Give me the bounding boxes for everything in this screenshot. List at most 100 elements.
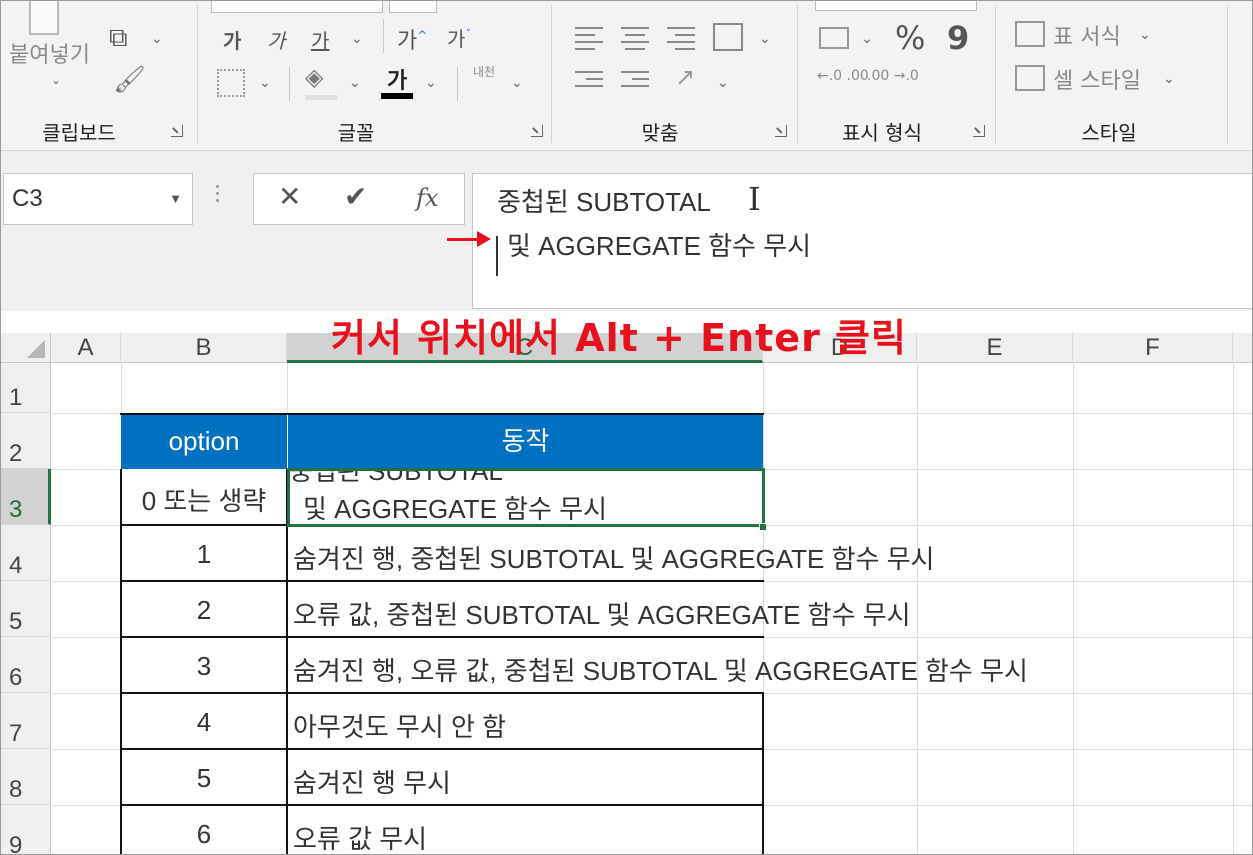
fill-color-dropdown-icon[interactable]: ⌄: [349, 75, 361, 91]
option-cell-4[interactable]: 4: [121, 707, 287, 738]
underline-icon[interactable]: 가: [311, 25, 329, 54]
orientation-icon[interactable]: ↗: [675, 63, 695, 91]
action-cell-2[interactable]: 오류 값, 중첩된 SUBTOTAL 및 AGGREGATE 함수 무시: [293, 595, 911, 632]
row-header-6[interactable]: 6: [1, 637, 51, 693]
borders-dropdown-icon[interactable]: ⌄: [259, 75, 271, 91]
clipboard-launcher-icon[interactable]: [171, 125, 183, 137]
increase-font-icon[interactable]: 가^: [397, 23, 427, 55]
cell-styles-label[interactable]: 셀 스타일: [1053, 63, 1141, 95]
text-cursor-icon: I: [748, 180, 761, 218]
comma-style-icon[interactable]: 9: [947, 19, 969, 57]
header-cell-action[interactable]: 동작: [288, 414, 763, 469]
format-painter-icon[interactable]: 🖌: [113, 65, 146, 95]
column-header-a[interactable]: A: [51, 333, 121, 363]
font-size-box[interactable]: [389, 1, 437, 13]
row-header-7[interactable]: 7: [1, 693, 51, 749]
select-all-button[interactable]: [1, 333, 51, 363]
row-header-1[interactable]: 1: [1, 363, 51, 413]
name-box[interactable]: C3 ▼: [3, 173, 193, 225]
enter-icon[interactable]: ✔: [344, 180, 367, 213]
phonetic-dropdown-icon[interactable]: ⌄: [511, 75, 523, 91]
action-cell-4[interactable]: 아무것도 무시 안 함: [293, 707, 506, 744]
merge-center-icon[interactable]: [713, 23, 743, 51]
align-center-icon[interactable]: [621, 27, 649, 55]
red-arrow-icon: [447, 231, 491, 247]
alignment-launcher-icon[interactable]: [775, 125, 787, 137]
accounting-dropdown-icon[interactable]: ⌄: [861, 31, 873, 47]
ribbon: 붙여넣기 ⌄ ⧉ ⌄ 🖌 클립보드 가 가 가 ⌄ 가^ 가ˇ ⌄ ◈ ⌄ 가 …: [1, 1, 1252, 151]
percent-style-icon[interactable]: %: [895, 19, 925, 57]
worksheet-grid[interactable]: A B C D E F 1 2 3 4 5 6 7 8 9 option 동작: [1, 311, 1252, 854]
number-group-label: 표시 형식: [842, 121, 922, 145]
row-header-8[interactable]: 8: [1, 749, 51, 805]
row-header-2[interactable]: 2: [1, 413, 51, 469]
format-as-table-dropdown-icon[interactable]: ⌄: [1139, 27, 1151, 43]
cancel-icon[interactable]: ✕: [278, 180, 301, 213]
action-cell-5[interactable]: 숨겨진 행 무시: [293, 763, 451, 800]
name-box-value: C3: [12, 185, 43, 212]
action-cell-6[interactable]: 오류 값 무시: [293, 819, 427, 854]
insert-function-icon[interactable]: fx: [416, 184, 438, 212]
option-cell-1[interactable]: 1: [121, 539, 287, 570]
column-header-f[interactable]: F: [1073, 333, 1233, 363]
paste-icon[interactable]: [29, 1, 59, 35]
font-name-box[interactable]: [211, 1, 383, 13]
orientation-dropdown-icon[interactable]: ⌄: [717, 75, 729, 91]
phonetic-guide-icon[interactable]: 내천: [473, 65, 497, 79]
action-cell-3[interactable]: 숨겨진 행, 오류 값, 중첩된 SUBTOTAL 및 AGGREGATE 함수…: [293, 651, 1028, 688]
increase-indent-icon[interactable]: [621, 71, 649, 92]
action-cell-1[interactable]: 숨겨진 행, 중첩된 SUBTOTAL 및 AGGREGATE 함수 무시: [293, 539, 934, 576]
format-as-table-label[interactable]: 표 서식: [1053, 19, 1121, 51]
number-launcher-icon[interactable]: [973, 125, 985, 137]
borders-icon[interactable]: [217, 69, 245, 97]
cell-styles-icon[interactable]: [1015, 65, 1045, 91]
merge-dropdown-icon[interactable]: ⌄: [759, 31, 771, 47]
paste-label[interactable]: 붙여넣기: [9, 37, 90, 69]
copy-icon[interactable]: ⧉: [109, 23, 128, 54]
align-left-icon[interactable]: [575, 27, 603, 55]
text-insertion-caret: [496, 236, 498, 276]
column-header-b[interactable]: B: [121, 333, 287, 363]
row-header-9[interactable]: 9: [1, 805, 51, 854]
formula-buttons: ✕ ✔ fx: [253, 173, 465, 225]
header-cell-option[interactable]: option: [121, 414, 287, 469]
italic-icon[interactable]: 가: [267, 25, 285, 54]
accounting-format-icon[interactable]: [819, 27, 849, 49]
bold-icon[interactable]: 가: [223, 25, 241, 54]
increase-decimal-icon[interactable]: ←.0 .00: [817, 69, 869, 84]
row-header-4[interactable]: 4: [1, 525, 51, 581]
decrease-font-icon[interactable]: 가ˇ: [447, 23, 471, 52]
option-cell-6[interactable]: 6: [121, 819, 287, 850]
formula-bar-splitter[interactable]: [216, 185, 220, 206]
fill-handle[interactable]: [759, 523, 767, 531]
option-cell-0[interactable]: 0 또는 생략: [121, 481, 287, 518]
cell-styles-dropdown-icon[interactable]: ⌄: [1163, 71, 1175, 87]
row-header-3[interactable]: 3: [1, 469, 51, 525]
option-cell-2[interactable]: 2: [121, 595, 287, 626]
alignment-group: ⌄ ↗ ⌄ 맞춤: [555, 1, 795, 151]
decrease-decimal-icon[interactable]: .00 →.0: [867, 69, 919, 84]
format-as-table-icon[interactable]: [1015, 21, 1045, 47]
name-box-dropdown-icon[interactable]: ▼: [169, 174, 182, 224]
active-cell-selection[interactable]: [287, 468, 765, 527]
copy-dropdown-icon[interactable]: ⌄: [151, 31, 163, 47]
underline-dropdown-icon[interactable]: ⌄: [351, 31, 363, 47]
instruction-annotation: 커서 위치에서 Alt + Enter 클릭: [331, 316, 907, 360]
font-color-dropdown-icon[interactable]: ⌄: [425, 75, 437, 91]
decrease-indent-icon[interactable]: [575, 71, 603, 92]
row-header-5[interactable]: 5: [1, 581, 51, 637]
number-format-box[interactable]: [815, 1, 977, 11]
font-color-icon[interactable]: 가: [387, 63, 407, 95]
font-launcher-icon[interactable]: [531, 125, 543, 137]
column-header-e[interactable]: E: [917, 333, 1073, 363]
align-right-icon[interactable]: [667, 27, 695, 55]
column-header-g[interactable]: [1233, 333, 1252, 363]
paste-dropdown-icon[interactable]: ⌄: [51, 73, 61, 87]
font-group: 가 가 가 ⌄ 가^ 가ˇ ⌄ ◈ ⌄ 가 ⌄ 내천 ⌄ 글꼴: [201, 1, 551, 151]
fill-color-icon[interactable]: ◈: [305, 63, 323, 91]
excel-window: 붙여넣기 ⌄ ⧉ ⌄ 🖌 클립보드 가 가 가 ⌄ 가^ 가ˇ ⌄ ◈ ⌄ 가 …: [0, 0, 1253, 855]
option-cell-5[interactable]: 5: [121, 763, 287, 794]
formula-input[interactable]: 중첩된 SUBTOTAL I 및 AGGREGATE 함수 무시: [472, 173, 1252, 309]
option-cell-3[interactable]: 3: [121, 651, 287, 682]
clipboard-group: 붙여넣기 ⌄ ⧉ ⌄ 🖌 클립보드: [1, 1, 201, 151]
